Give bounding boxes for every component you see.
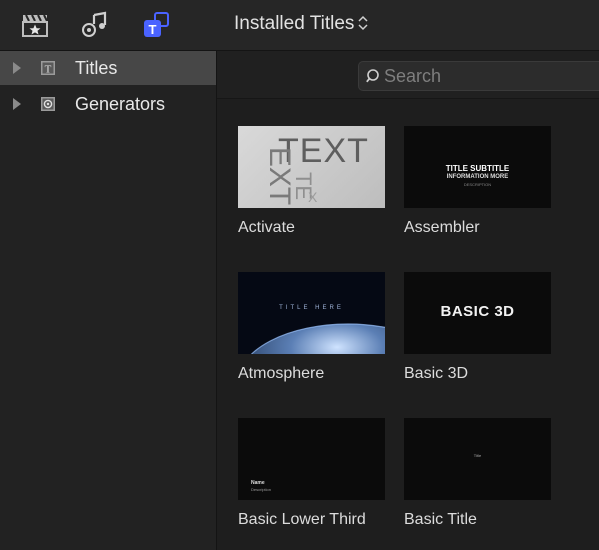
top-toolbar: T Installed Titles bbox=[0, 0, 599, 51]
sidebar-item-titles[interactable]: T Titles bbox=[0, 51, 216, 85]
earth-decor bbox=[250, 323, 385, 354]
svg-text:X: X bbox=[308, 189, 318, 205]
sidebar-item-generators[interactable]: Generators bbox=[0, 87, 216, 121]
tile-label: Atmosphere bbox=[238, 365, 325, 382]
titles-browser-grid: TEXT EXT TE X Activate TITLE SUBTITLE IN… bbox=[217, 99, 599, 550]
disclosure-triangle-icon[interactable] bbox=[13, 62, 21, 74]
tile-label: Basic Title bbox=[404, 511, 477, 528]
tile-label: Basic 3D bbox=[404, 365, 469, 382]
thumbnail-assembler[interactable]: TITLE SUBTITLE INFORMATION MORE DESCRIPT… bbox=[404, 126, 551, 208]
search-icon bbox=[366, 69, 379, 83]
title-tile-activate[interactable]: TEXT EXT TE X Activate bbox=[238, 126, 388, 237]
chevron-updown-icon bbox=[357, 15, 369, 33]
library-title-label: Installed Titles bbox=[234, 13, 355, 34]
activate-decor: EXT TE X bbox=[263, 147, 318, 205]
thumbnail-basic-3d[interactable]: BASIC 3D bbox=[404, 272, 551, 354]
sidebar: T Titles Generators bbox=[0, 51, 217, 550]
svg-text:T: T bbox=[149, 22, 157, 37]
tile-label: Assembler bbox=[404, 219, 480, 236]
thumbnail-activate[interactable]: TEXT EXT TE X bbox=[238, 126, 385, 208]
title-tile-basic-lower-third[interactable]: Name Description Basic Lower Third bbox=[238, 418, 388, 529]
tile-label: Basic Lower Third bbox=[238, 511, 366, 528]
sidebar-item-label: Titles bbox=[75, 58, 118, 78]
titles-generators-icon[interactable]: T bbox=[140, 11, 170, 39]
title-tile-assembler[interactable]: TITLE SUBTITLE INFORMATION MORE DESCRIPT… bbox=[404, 126, 554, 237]
thumbnail-basic-title[interactable]: Title bbox=[404, 418, 551, 500]
movies-icon[interactable] bbox=[20, 11, 50, 39]
search-bar bbox=[217, 51, 599, 99]
title-tile-atmosphere[interactable]: TITLE HERE Atmosphere bbox=[238, 272, 388, 383]
sidebar-item-label: Generators bbox=[75, 94, 166, 114]
tile-label: Activate bbox=[238, 219, 295, 236]
disclosure-triangle-icon[interactable] bbox=[13, 98, 21, 110]
library-title-popup[interactable]: Installed Titles bbox=[234, 13, 369, 35]
title-tile-basic-3d[interactable]: BASIC 3D Basic 3D bbox=[404, 272, 554, 383]
thumbnail-basic-lower-third[interactable]: Name Description bbox=[238, 418, 385, 500]
search-input[interactable] bbox=[382, 65, 584, 87]
titles-icon: T bbox=[40, 60, 56, 76]
search-field[interactable] bbox=[358, 61, 599, 91]
thumbnail-atmosphere[interactable]: TITLE HERE bbox=[238, 272, 385, 354]
generators-icon bbox=[40, 96, 56, 112]
music-icon[interactable] bbox=[79, 11, 109, 39]
svg-text:T: T bbox=[45, 64, 52, 76]
title-tile-basic-title[interactable]: Title Basic Title bbox=[404, 418, 554, 529]
